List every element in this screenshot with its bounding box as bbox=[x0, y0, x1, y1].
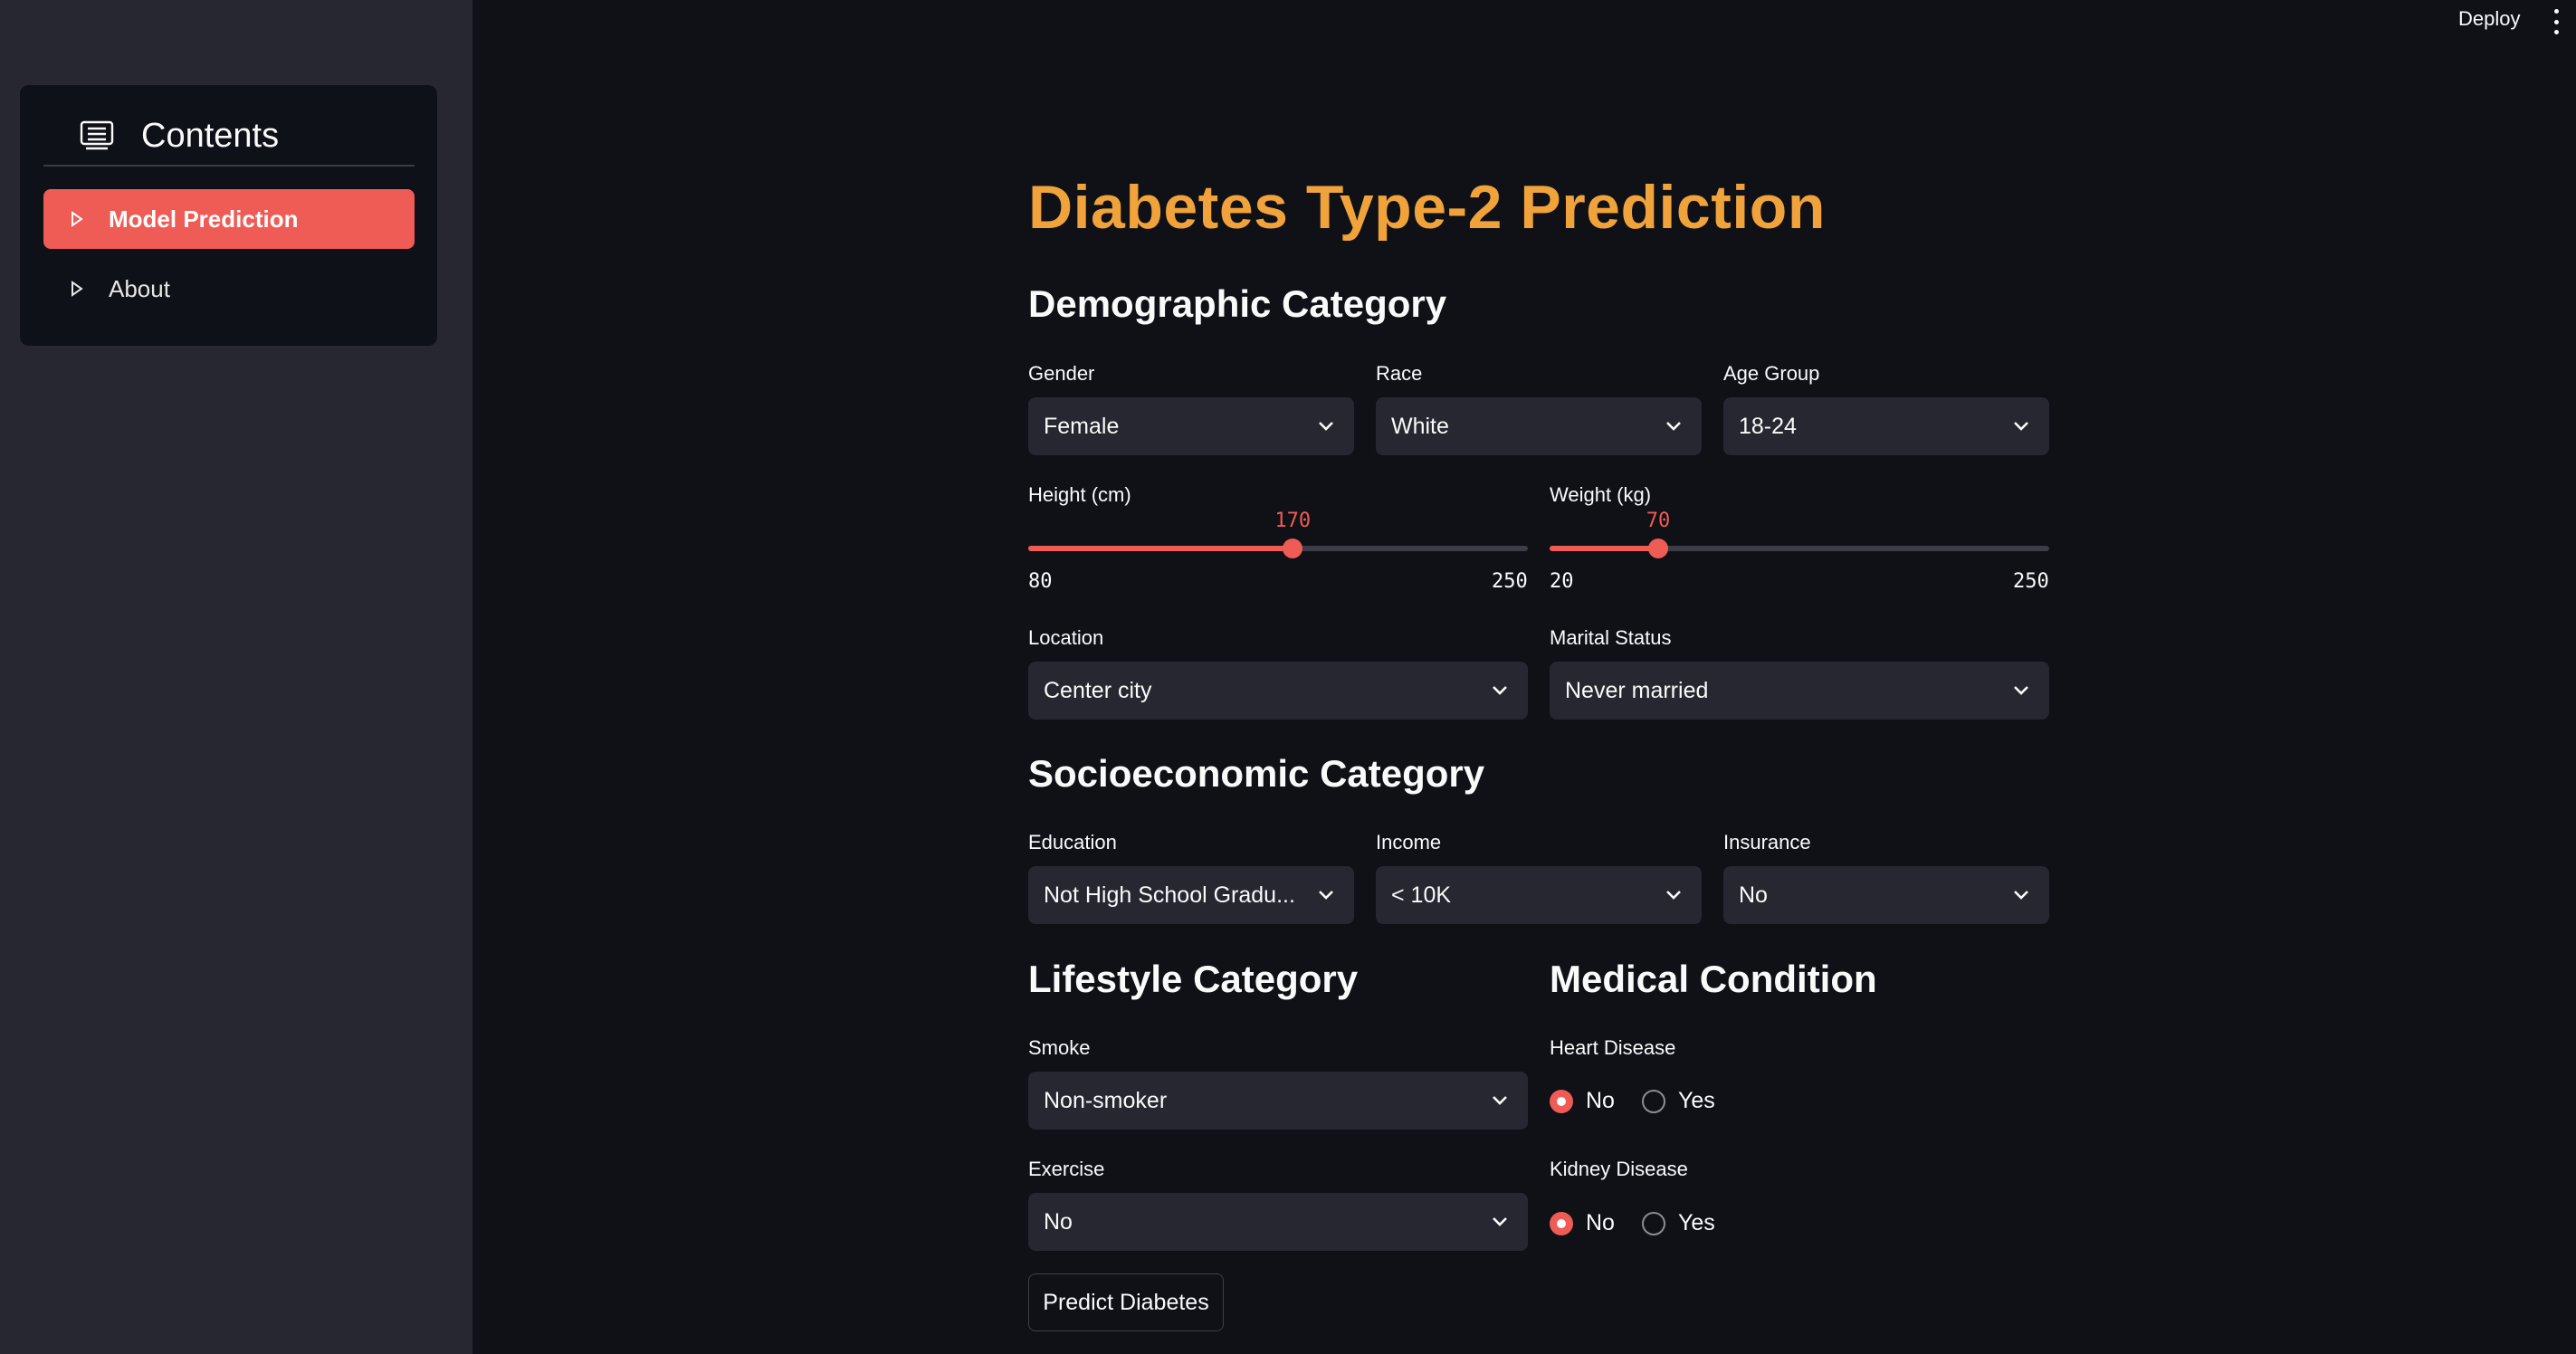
play-triangle-icon bbox=[71, 279, 89, 299]
menu-header: Contents bbox=[43, 107, 415, 167]
chevron-down-icon bbox=[2011, 889, 2031, 901]
heart-disease-option-no[interactable]: No bbox=[1550, 1088, 1615, 1114]
marital-status-select[interactable]: Never married bbox=[1550, 662, 2049, 720]
sidebar-item-model-prediction[interactable]: Model Prediction bbox=[43, 189, 415, 249]
exercise-value: No bbox=[1044, 1208, 1073, 1235]
kidney-disease-option-no[interactable]: No bbox=[1550, 1210, 1615, 1236]
insurance-value: No bbox=[1739, 882, 1768, 908]
sidebar-item-label: Model Prediction bbox=[109, 205, 299, 233]
income-value: < 10K bbox=[1391, 882, 1452, 908]
insurance-label: Insurance bbox=[1723, 831, 1811, 853]
age-group-label: Age Group bbox=[1723, 362, 1820, 385]
chevron-down-icon bbox=[1490, 1094, 1510, 1107]
location-value: Center city bbox=[1044, 677, 1152, 703]
kidney-disease-radio-group: No Yes bbox=[1550, 1210, 1742, 1236]
chevron-down-icon bbox=[1664, 420, 1684, 433]
age-group-value: 18-24 bbox=[1739, 413, 1797, 439]
radio-label: No bbox=[1586, 1210, 1615, 1235]
weight-min: 20 bbox=[1550, 570, 1574, 593]
smoke-label: Smoke bbox=[1028, 1036, 1091, 1059]
education-label: Education bbox=[1028, 831, 1117, 853]
age-group-select[interactable]: 18-24 bbox=[1723, 397, 2049, 455]
sidebar-item-about[interactable]: About bbox=[43, 259, 415, 319]
race-label: Race bbox=[1376, 362, 1423, 385]
contents-menu: Contents Model Prediction About bbox=[20, 85, 437, 346]
weight-slider[interactable]: 70 bbox=[1550, 510, 2049, 558]
gender-value: Female bbox=[1044, 413, 1120, 439]
smoke-select[interactable]: Non-smoker bbox=[1028, 1072, 1528, 1130]
smoke-value: Non-smoker bbox=[1044, 1087, 1168, 1113]
insurance-select[interactable]: No bbox=[1723, 866, 2049, 924]
radio-label: Yes bbox=[1677, 1088, 1715, 1113]
exercise-label: Exercise bbox=[1028, 1158, 1105, 1180]
more-options-icon[interactable] bbox=[2551, 9, 2562, 34]
kidney-disease-label: Kidney Disease bbox=[1550, 1158, 1688, 1180]
height-max: 250 bbox=[1492, 570, 1528, 593]
play-triangle-icon bbox=[71, 209, 89, 229]
predict-diabetes-button[interactable]: Predict Diabetes bbox=[1028, 1273, 1224, 1331]
height-slider-thumb[interactable] bbox=[1283, 539, 1303, 558]
radio-label: Yes bbox=[1677, 1210, 1715, 1235]
gender-label: Gender bbox=[1028, 362, 1095, 385]
radio-selected-icon bbox=[1550, 1089, 1573, 1113]
exercise-select[interactable]: No bbox=[1028, 1193, 1528, 1251]
socioeconomic-section-title: Socioeconomic Category bbox=[1028, 752, 1485, 795]
radio-label: No bbox=[1586, 1088, 1615, 1113]
height-slider[interactable]: 170 bbox=[1028, 510, 1528, 558]
income-select[interactable]: < 10K bbox=[1376, 866, 1702, 924]
kidney-disease-option-yes[interactable]: Yes bbox=[1641, 1210, 1715, 1236]
education-value: Not High School Gradu... bbox=[1044, 882, 1295, 908]
radio-unselected-icon bbox=[1641, 1211, 1665, 1235]
chevron-down-icon bbox=[1316, 889, 1336, 901]
gender-select[interactable]: Female bbox=[1028, 397, 1354, 455]
chevron-down-icon bbox=[2011, 420, 2031, 433]
heart-disease-option-yes[interactable]: Yes bbox=[1641, 1088, 1715, 1114]
weight-label: Weight (kg) bbox=[1550, 483, 1652, 506]
chevron-down-icon bbox=[1490, 1216, 1510, 1228]
radio-selected-icon bbox=[1550, 1211, 1573, 1235]
weight-max: 250 bbox=[2013, 570, 2049, 593]
race-select[interactable]: White bbox=[1376, 397, 1702, 455]
race-value: White bbox=[1391, 413, 1449, 439]
height-slider-value: 170 bbox=[1274, 510, 1312, 532]
marital-status-label: Marital Status bbox=[1550, 626, 1672, 649]
demographic-section-title: Demographic Category bbox=[1028, 282, 1447, 325]
chevron-down-icon bbox=[1664, 889, 1684, 901]
weight-slider-value: 70 bbox=[1646, 510, 1671, 532]
sidebar: Contents Model Prediction About bbox=[0, 0, 472, 1354]
page-title: Diabetes Type-2 Prediction bbox=[1028, 173, 1826, 242]
height-slider-fill bbox=[1028, 546, 1293, 551]
education-select[interactable]: Not High School Gradu... bbox=[1028, 866, 1354, 924]
income-label: Income bbox=[1376, 831, 1442, 853]
heart-disease-label: Heart Disease bbox=[1550, 1036, 1676, 1059]
location-label: Location bbox=[1028, 626, 1104, 649]
chevron-down-icon bbox=[1316, 420, 1336, 433]
radio-unselected-icon bbox=[1641, 1089, 1665, 1113]
chevron-down-icon bbox=[1490, 684, 1510, 697]
marital-status-value: Never married bbox=[1565, 677, 1709, 703]
sidebar-item-label: About bbox=[109, 274, 170, 302]
deploy-button[interactable]: Deploy bbox=[2458, 7, 2520, 31]
height-min: 80 bbox=[1028, 570, 1053, 593]
heart-disease-radio-group: No Yes bbox=[1550, 1088, 1742, 1114]
location-select[interactable]: Center city bbox=[1028, 662, 1528, 720]
medical-section-title: Medical Condition bbox=[1550, 958, 1877, 1000]
height-label: Height (cm) bbox=[1028, 483, 1131, 506]
weight-slider-fill bbox=[1550, 546, 1658, 551]
list-card-icon bbox=[76, 118, 118, 154]
menu-title: Contents bbox=[141, 116, 280, 155]
lifestyle-section-title: Lifestyle Category bbox=[1028, 958, 1359, 1000]
chevron-down-icon bbox=[2011, 684, 2031, 697]
weight-slider-thumb[interactable] bbox=[1648, 539, 1668, 558]
